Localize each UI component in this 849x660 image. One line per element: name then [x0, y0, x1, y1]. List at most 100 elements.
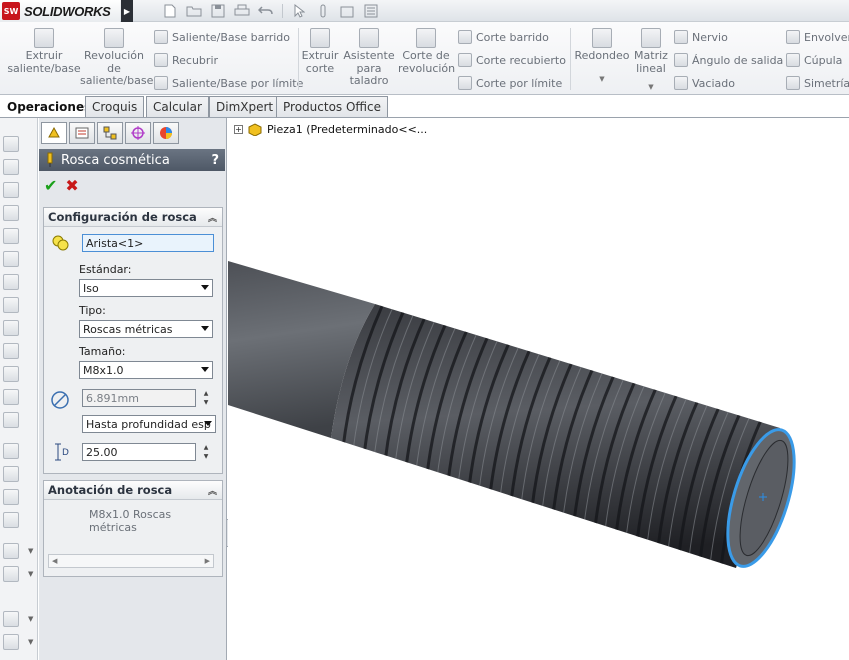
wrap-button[interactable]: Envolver — [786, 30, 849, 44]
callout-horizontal-scrollbar[interactable]: ◀ ▶ — [48, 554, 214, 568]
fillet-button[interactable]: Redondeo ▼ — [574, 28, 630, 85]
graphics-viewport[interactable]: + Pieza1 (Predeterminado<<... — [228, 118, 849, 660]
zoom-area-icon[interactable] — [829, 118, 845, 119]
curves-dropdown-icon[interactable]: ▼ — [28, 570, 33, 578]
toolbar-hole-icon[interactable] — [3, 274, 19, 290]
wrap-icon — [786, 30, 800, 44]
file-properties-icon[interactable] — [337, 2, 357, 20]
feature-manager-tab-icon[interactable] — [41, 122, 67, 144]
feature-tree-flyout[interactable]: + Pieza1 (Predeterminado<<... — [234, 122, 427, 136]
zoom-to-fit-icon[interactable] — [809, 118, 825, 119]
spin-up-icon[interactable]: ▲ — [204, 390, 209, 397]
toolbar-revolve-cut-icon[interactable] — [3, 297, 19, 313]
undo-icon[interactable] — [256, 2, 276, 20]
spin-up-icon[interactable]: ▲ — [204, 444, 209, 451]
linear-pattern-dropdown-icon[interactable]: ▼ — [632, 81, 670, 94]
help-icon[interactable]: ? — [211, 153, 219, 168]
thread-settings-header[interactable]: Configuración de rosca ︽ — [44, 208, 222, 227]
thread-callout-header[interactable]: Anotación de rosca ︽ — [44, 481, 222, 500]
toolbar-loft-cut-icon[interactable] — [3, 343, 19, 359]
depth-spinner[interactable]: ▲ ▼ — [200, 443, 212, 461]
spin-down-icon[interactable]: ▼ — [204, 399, 209, 406]
toolbar-chamfer-icon[interactable] — [3, 389, 19, 405]
toolbar-shell-icon[interactable] — [3, 466, 19, 482]
view-dropdown-icon[interactable]: ▼ — [28, 638, 33, 646]
swept-boss-button[interactable]: Saliente/Base barrido — [154, 30, 290, 44]
linear-pattern-button[interactable]: Matriz lineal ▼ — [632, 28, 670, 94]
standard-select[interactable]: Iso — [79, 279, 213, 297]
revolve-boss-button[interactable]: Revolución de saliente/base — [80, 28, 153, 88]
extrude-boss-button[interactable]: Extruir saliente/base — [4, 28, 84, 75]
swept-cut-button[interactable]: Corte barrido — [458, 30, 549, 44]
dimxpert-manager-tab-icon[interactable] — [125, 122, 151, 144]
draft-button[interactable]: Ángulo de salida — [674, 53, 783, 67]
ok-checkmark-icon[interactable]: ✔ — [44, 176, 57, 195]
toolbar-revolve-icon[interactable] — [3, 159, 19, 175]
toolbar-rib-icon[interactable] — [3, 412, 19, 428]
loft-boss-button[interactable]: Recubrir — [154, 53, 218, 67]
open-folder-icon[interactable] — [184, 2, 204, 20]
scroll-right-icon[interactable]: ▶ — [205, 557, 210, 565]
loft-cut-button[interactable]: Corte recubierto — [458, 53, 566, 67]
scroll-left-icon[interactable]: ◀ — [52, 557, 57, 565]
size-select[interactable]: M8x1.0 — [79, 361, 213, 379]
tab-dimxpert[interactable]: DimXpert — [209, 96, 281, 117]
tab-productos-office[interactable]: Productos Office — [276, 96, 388, 117]
threaded-section[interactable] — [331, 304, 780, 568]
toolbar-sweep-icon[interactable] — [3, 182, 19, 198]
tab-calcular[interactable]: Calcular — [146, 96, 209, 117]
tab-croquis[interactable]: Croquis — [85, 96, 145, 117]
threaded-shaft-model[interactable] — [228, 118, 849, 660]
mirror-button[interactable]: Simetría — [786, 76, 849, 90]
boundary-boss-button[interactable]: Saliente/Base por límite — [154, 76, 303, 90]
spin-down-icon[interactable]: ▼ — [204, 453, 209, 460]
rib-button[interactable]: Nervio — [674, 30, 728, 44]
toolbar-view-icon[interactable] — [3, 634, 19, 650]
toolbar-loft-icon[interactable] — [3, 205, 19, 221]
display-manager-tab-icon[interactable] — [153, 122, 179, 144]
toolbar-draft-icon[interactable] — [3, 443, 19, 459]
minor-diameter-spinner[interactable]: ▲ ▼ — [200, 389, 212, 407]
new-document-icon[interactable] — [160, 2, 180, 20]
cancel-x-icon[interactable]: ✖ — [65, 176, 78, 195]
toolbar-reference-geometry-icon[interactable] — [3, 543, 19, 559]
print-icon[interactable] — [232, 2, 252, 20]
hole-wizard-button[interactable]: Asistente para taladro — [343, 28, 395, 88]
depth-icon-letter: D — [62, 448, 69, 458]
depth-field[interactable]: 25.00 — [82, 443, 196, 461]
save-icon[interactable] — [208, 2, 228, 20]
toolbar-wrap-icon[interactable] — [3, 489, 19, 505]
instant3d-dropdown-icon[interactable]: ▼ — [28, 615, 33, 623]
collapse-chevron-icon[interactable]: ︽ — [208, 211, 217, 224]
toolbar-instant3d-icon[interactable] — [3, 611, 19, 627]
minor-diameter-field[interactable]: 6.891mm — [82, 389, 196, 407]
toolbar-swept-cut-icon[interactable] — [3, 320, 19, 336]
toolbar-dome-icon[interactable] — [3, 512, 19, 528]
options-icon[interactable] — [361, 2, 381, 20]
fillet-dropdown-icon[interactable]: ▼ — [574, 73, 630, 86]
toolbar-fillet-icon[interactable] — [3, 366, 19, 382]
menu-expand-arrow-icon[interactable]: ▶ — [121, 0, 133, 22]
reference-geometry-dropdown-icon[interactable]: ▼ — [28, 547, 33, 555]
extrude-cut-button[interactable]: Extruir corte — [300, 28, 340, 75]
toolbar-curves-icon[interactable] — [3, 566, 19, 582]
configuration-manager-tab-icon[interactable] — [97, 122, 123, 144]
property-manager-tab-icon[interactable] — [69, 122, 95, 144]
standard-label: Estándar: — [79, 263, 132, 276]
type-select[interactable]: Roscas métricas — [79, 320, 213, 338]
toolbar-cut-icon[interactable] — [3, 251, 19, 267]
toolbar-extrude-icon[interactable] — [3, 136, 19, 152]
expand-plus-icon[interactable]: + — [234, 124, 243, 134]
select-arrow-icon[interactable] — [289, 2, 309, 20]
solidworks-logo[interactable]: SW SOLIDWORKS — [0, 0, 120, 22]
edge-selection-field[interactable]: Arista<1> — [82, 234, 214, 252]
shell-button[interactable]: Vaciado — [674, 76, 735, 90]
dome-button[interactable]: Cúpula — [786, 53, 842, 67]
toolbar-boundary-icon[interactable] — [3, 228, 19, 244]
tab-operaciones[interactable]: Operaciones — [0, 96, 99, 117]
revolve-cut-button[interactable]: Corte de revolución — [398, 28, 455, 75]
boundary-cut-button[interactable]: Corte por límite — [458, 76, 562, 90]
end-condition-select[interactable]: Hasta profundidad esp — [82, 415, 216, 433]
rebuild-icon[interactable] — [313, 2, 333, 20]
collapse-chevron-icon[interactable]: ︽ — [208, 484, 217, 497]
